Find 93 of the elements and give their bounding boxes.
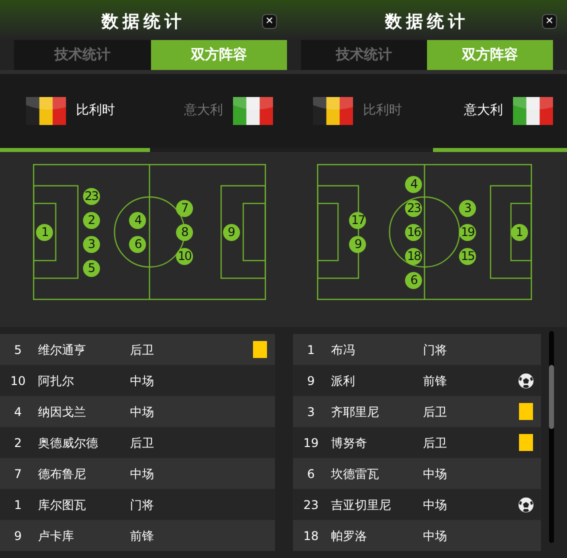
player-number: 1 xyxy=(306,342,316,358)
player-marker: 3 xyxy=(82,236,100,252)
window-title: 数据统计 xyxy=(385,11,469,34)
player-marker: 2 xyxy=(82,212,100,228)
close-button[interactable]: ✕ xyxy=(542,14,557,29)
player-marker: 1 xyxy=(510,224,528,240)
player-row[interactable]: 6 坎德雷瓦 中场 xyxy=(293,458,541,489)
player-name: 德布鲁尼 xyxy=(37,466,87,482)
player-marker: 6 xyxy=(405,272,422,288)
player-number: 9 xyxy=(306,372,316,390)
player-name: 奥德威尔德 xyxy=(37,434,99,452)
player-number: 23 xyxy=(302,496,320,514)
player-position: 前锋 xyxy=(130,528,155,544)
window-title: 数据统计 xyxy=(102,11,186,34)
player-marker: 19 xyxy=(459,224,476,240)
player-name: 库尔图瓦 xyxy=(37,496,87,514)
player-row[interactable]: 4 纳因戈兰 中场 xyxy=(0,396,275,427)
booking-card-icon xyxy=(519,434,533,451)
player-number: 19 xyxy=(302,434,320,452)
soccer-ball-icon xyxy=(518,496,534,512)
player-position: 后卫 xyxy=(130,434,155,452)
player-marker: 17 xyxy=(349,212,366,228)
flag-icon xyxy=(233,97,273,125)
player-row[interactable]: 3 齐耶里尼 后卫 xyxy=(293,396,541,427)
player-position: 后卫 xyxy=(130,342,155,358)
player-number: 7 xyxy=(13,466,23,482)
flag-icon xyxy=(513,97,553,125)
player-number: 6 xyxy=(306,466,316,482)
player-marker: 8 xyxy=(176,224,193,240)
player-name: 卢卡库 xyxy=(37,528,75,544)
player-row[interactable]: 2 奥德威尔德 后卫 xyxy=(0,427,275,458)
player-position: 前锋 xyxy=(423,372,448,390)
player-position: 中场 xyxy=(130,372,155,390)
player-number: 4 xyxy=(13,404,23,420)
player-row[interactable]: 1 库尔图瓦 门将 xyxy=(0,489,275,520)
player-marker: 9 xyxy=(222,224,240,240)
player-row[interactable]: 5 维尔通亨 后卫 xyxy=(0,334,275,365)
player-marker: 5 xyxy=(82,260,100,276)
player-name: 齐耶里尼 xyxy=(330,404,380,420)
player-name: 派利 xyxy=(330,372,356,390)
player-name: 布冯 xyxy=(330,342,356,358)
player-position: 中场 xyxy=(423,528,448,544)
player-name: 吉亚切里尼 xyxy=(330,496,392,514)
player-position: 后卫 xyxy=(423,404,448,420)
player-number: 2 xyxy=(13,434,23,452)
player-number: 18 xyxy=(302,528,320,544)
player-position: 中场 xyxy=(423,496,448,514)
player-row[interactable]: 9 派利 前锋 xyxy=(293,365,541,396)
player-row[interactable]: 23 吉亚切里尼 中场 xyxy=(293,489,541,520)
player-name: 坎德雷瓦 xyxy=(330,466,380,482)
player-position: 门将 xyxy=(423,342,448,358)
player-name: 帕罗洛 xyxy=(330,528,368,544)
scrollbar-thumb[interactable] xyxy=(549,365,554,429)
player-marker: 6 xyxy=(129,236,146,252)
scrollbar[interactable] xyxy=(549,331,554,543)
player-row[interactable]: 9 卢卡库 前锋 xyxy=(0,520,275,551)
player-position: 后卫 xyxy=(423,434,448,452)
player-marker: 23 xyxy=(82,188,100,204)
player-marker: 7 xyxy=(176,200,193,216)
player-marker: 1 xyxy=(36,224,54,240)
player-row[interactable]: 18 帕罗洛 中场 xyxy=(293,520,541,551)
player-row[interactable]: 1 布冯 门将 xyxy=(293,334,541,365)
player-marker: 9 xyxy=(349,236,366,252)
player-name: 博努奇 xyxy=(330,434,368,452)
booking-card-icon xyxy=(253,341,267,358)
player-name: 维尔通亨 xyxy=(37,342,87,358)
close-button[interactable]: ✕ xyxy=(262,14,277,29)
player-position: 中场 xyxy=(423,466,448,482)
player-position: 中场 xyxy=(130,466,155,482)
player-position: 中场 xyxy=(130,404,155,420)
flag-icon xyxy=(26,97,66,125)
flag-icon xyxy=(313,97,353,125)
player-number: 10 xyxy=(9,372,27,390)
player-marker: 4 xyxy=(405,176,422,192)
player-position: 门将 xyxy=(130,496,155,514)
player-number: 1 xyxy=(13,496,23,514)
player-marker: 15 xyxy=(459,248,476,264)
player-row[interactable]: 10 阿扎尔 中场 xyxy=(0,365,275,396)
player-marker: 16 xyxy=(405,224,422,240)
player-marker: 4 xyxy=(129,212,146,228)
player-marker: 18 xyxy=(405,248,422,264)
player-number: 9 xyxy=(13,528,23,544)
player-marker: 10 xyxy=(176,248,193,264)
player-marker: 23 xyxy=(405,200,422,216)
booking-card-icon xyxy=(519,403,533,420)
player-number: 3 xyxy=(306,404,316,420)
player-marker: 3 xyxy=(459,200,476,216)
player-name: 阿扎尔 xyxy=(37,372,75,390)
player-number: 5 xyxy=(13,342,23,358)
player-row[interactable]: 19 博努奇 后卫 xyxy=(293,427,541,458)
player-name: 纳因戈兰 xyxy=(37,404,87,420)
player-row[interactable]: 7 德布鲁尼 中场 xyxy=(0,458,275,489)
soccer-ball-icon xyxy=(518,372,534,388)
